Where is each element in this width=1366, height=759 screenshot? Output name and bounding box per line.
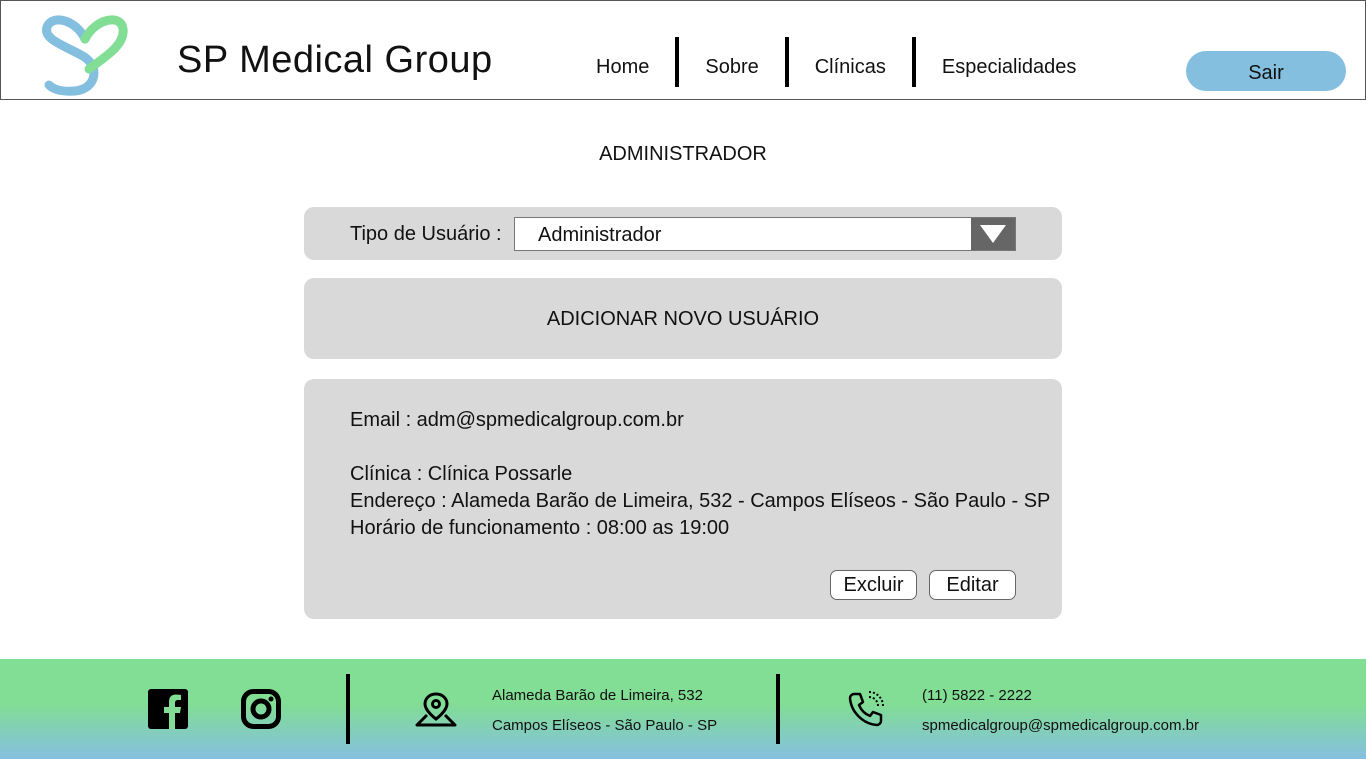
phone-icon bbox=[848, 691, 884, 727]
user-type-label: Tipo de Usuário : bbox=[350, 223, 502, 245]
footer-address-line1: Alameda Barão de Limeira, 532 bbox=[492, 687, 703, 704]
nav-home[interactable]: Home bbox=[581, 32, 675, 92]
nav-especialidades[interactable]: Especialidades bbox=[916, 32, 1103, 92]
logout-button[interactable]: Sair bbox=[1186, 51, 1346, 91]
footer-address-line2: Campos Elíseos - São Paulo - SP bbox=[492, 717, 718, 734]
nav-clinicas[interactable]: Clínicas bbox=[789, 32, 912, 92]
page-title: ADMINISTRADOR bbox=[599, 143, 767, 165]
user-type-panel: Tipo de Usuário : Administrador bbox=[304, 207, 1062, 260]
footer-email[interactable]: spmedicalgroup@spmedicalgroup.com.br bbox=[922, 717, 1199, 734]
main-nav: Home Sobre Clínicas Especialidades bbox=[581, 37, 1102, 87]
user-hours: Horário de funcionamento : 08:00 as 19:0… bbox=[350, 517, 730, 539]
header: SP Medical Group Home Sobre Clínicas Esp… bbox=[0, 0, 1366, 100]
dropdown-button[interactable] bbox=[971, 218, 1015, 250]
page: SP Medical Group Home Sobre Clínicas Esp… bbox=[0, 0, 1366, 759]
user-email: Email : adm@spmedicalgroup.com.br bbox=[350, 409, 684, 431]
brand-title: SP Medical Group bbox=[177, 39, 493, 81]
nav-sobre[interactable]: Sobre bbox=[679, 32, 784, 92]
footer-phone[interactable]: (11) 5822 - 2222 bbox=[922, 687, 1032, 704]
user-type-value: Administrador bbox=[538, 224, 662, 246]
footer-divider bbox=[346, 674, 350, 744]
logo-icon[interactable] bbox=[37, 5, 129, 97]
map-pin-icon bbox=[415, 692, 457, 727]
dropdown-arrow-icon bbox=[980, 225, 1006, 243]
user-address: Endereço : Alameda Barão de Limeira, 532… bbox=[350, 490, 1051, 512]
add-user-label: ADICIONAR NOVO USUÁRIO bbox=[546, 308, 820, 330]
user-clinic: Clínica : Clínica Possarle bbox=[350, 463, 573, 485]
user-card: Email : adm@spmedicalgroup.com.br Clínic… bbox=[304, 379, 1062, 619]
add-user-button[interactable]: ADICIONAR NOVO USUÁRIO bbox=[304, 278, 1062, 359]
delete-button[interactable]: Excluir bbox=[830, 570, 917, 600]
user-type-select[interactable]: Administrador bbox=[514, 217, 1016, 251]
instagram-icon[interactable] bbox=[241, 689, 281, 729]
footer: Alameda Barão de Limeira, 532 Campos Elí… bbox=[0, 659, 1366, 759]
footer-divider bbox=[776, 674, 780, 744]
edit-button[interactable]: Editar bbox=[929, 570, 1016, 600]
facebook-icon[interactable] bbox=[148, 689, 188, 729]
